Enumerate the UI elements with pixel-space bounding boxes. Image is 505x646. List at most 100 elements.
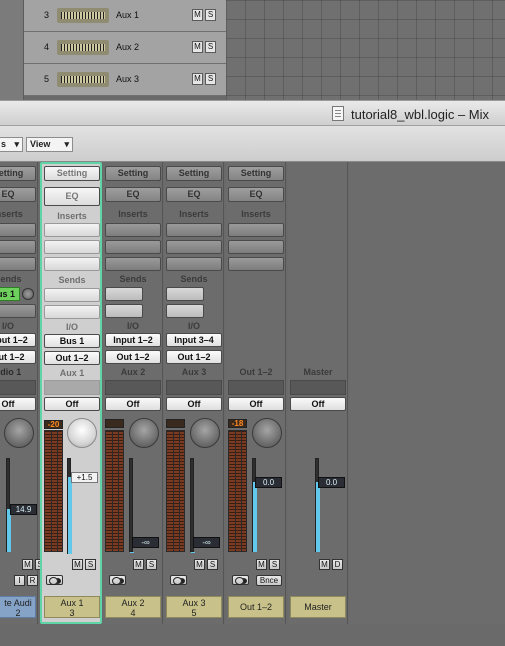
channel-name-plate[interactable]: Aux 1 3 [44, 596, 100, 618]
mute-button[interactable]: M [319, 559, 330, 570]
insert-slot[interactable] [105, 257, 161, 271]
send-slot-bus1[interactable]: us 1 [0, 287, 20, 301]
track-solo-button[interactable]: S [205, 73, 216, 85]
pan-knob[interactable] [4, 418, 34, 448]
channel-name-plate[interactable]: Master [290, 596, 346, 618]
input-monitor-button[interactable]: I [14, 575, 25, 586]
group-slot[interactable] [44, 380, 100, 395]
insert-slot[interactable] [0, 257, 36, 271]
output-button[interactable]: Out 1–2 [44, 351, 100, 365]
volume-readout[interactable]: 0.0 [318, 477, 345, 488]
setting-button[interactable]: Setting [228, 166, 284, 181]
options-menu[interactable]: s ▾ [0, 137, 23, 152]
pan-knob[interactable] [67, 418, 97, 448]
channel-name-plate[interactable]: Aux 2 4 [105, 596, 161, 618]
insert-slot[interactable] [166, 240, 222, 254]
insert-slot[interactable] [0, 223, 36, 237]
volume-readout[interactable]: -∞ [132, 537, 159, 548]
mute-button[interactable]: M [133, 559, 144, 570]
output-button[interactable]: Out 1–2 [166, 350, 222, 364]
send-slot[interactable] [166, 304, 204, 318]
automation-off-button[interactable]: Off [44, 397, 100, 411]
stereo-link-icon[interactable] [109, 575, 126, 585]
automation-off-button[interactable]: Off [166, 397, 222, 411]
group-slot[interactable] [166, 380, 222, 395]
solo-button[interactable]: S [146, 559, 157, 570]
setting-button[interactable]: Setting [105, 166, 161, 181]
group-slot[interactable] [0, 380, 36, 395]
pan-knob[interactable] [129, 418, 159, 448]
input-button[interactable]: Input 1–2 [0, 333, 36, 347]
eq-button[interactable]: EQ [44, 187, 100, 206]
group-slot[interactable] [290, 380, 346, 395]
insert-slot[interactable] [44, 257, 100, 271]
input-button[interactable]: Bus 1 [44, 334, 100, 348]
track-mute-button[interactable]: M [192, 9, 203, 21]
mute-button[interactable]: M [22, 559, 33, 570]
mute-button[interactable]: M [194, 559, 205, 570]
setting-button[interactable]: Setting [166, 166, 222, 181]
track-mute-button[interactable]: M [192, 73, 203, 85]
eq-button[interactable]: EQ [228, 187, 284, 202]
track-solo-button[interactable]: S [205, 9, 216, 21]
send-slot[interactable] [0, 304, 36, 318]
send-slot[interactable] [44, 305, 100, 319]
bounce-button[interactable]: Bnce [256, 575, 282, 586]
dim-button[interactable]: D [332, 559, 343, 570]
volume-readout[interactable]: 0.0 [255, 477, 282, 488]
setting-button[interactable]: Setting [44, 166, 100, 181]
send-slot[interactable] [105, 304, 143, 318]
volume-readout[interactable]: -∞ [193, 537, 220, 548]
stereo-link-icon[interactable] [170, 575, 187, 585]
eq-button[interactable]: EQ [166, 187, 222, 202]
channel-strip-aux1[interactable]: Setting EQ Inserts Sends I/O Bus 1 Out 1… [40, 162, 102, 624]
volume-readout[interactable]: 14.9 [10, 504, 37, 515]
insert-slot[interactable] [166, 223, 222, 237]
group-slot[interactable] [105, 380, 161, 395]
mute-button[interactable]: M [256, 559, 267, 570]
send-level-knob[interactable] [22, 288, 34, 300]
record-enable-button[interactable]: R [27, 575, 38, 586]
output-button[interactable]: Out 1–2 [0, 350, 36, 364]
track-row[interactable]: 5 Aux 3 M S [24, 64, 226, 96]
track-mute-button[interactable]: M [192, 41, 203, 53]
eq-button[interactable]: EQ [0, 187, 36, 202]
track-solo-button[interactable]: S [205, 41, 216, 53]
balance-knob[interactable] [252, 418, 282, 448]
insert-slot[interactable] [44, 240, 100, 254]
channel-name-plate[interactable]: Aux 3 5 [166, 596, 222, 618]
track-row[interactable]: 3 Aux 1 M S [24, 0, 226, 32]
input-button[interactable]: Input 3–4 [166, 333, 222, 347]
automation-off-button[interactable]: Off [290, 397, 346, 411]
automation-off-button[interactable]: Off [0, 397, 36, 411]
channel-name-plate[interactable]: Out 1–2 [228, 596, 284, 618]
peak-indicator[interactable] [166, 419, 185, 428]
solo-button[interactable]: S [269, 559, 280, 570]
volume-readout[interactable]: +1.5 [71, 472, 98, 483]
setting-button[interactable]: Setting [0, 166, 36, 181]
automation-off-button[interactable]: Off [228, 397, 284, 411]
mixer-title-bar[interactable]: tutorial8_wbl.logic – Mix [0, 100, 505, 126]
eq-button[interactable]: EQ [105, 187, 161, 202]
solo-button[interactable]: S [207, 559, 218, 570]
stereo-link-icon[interactable] [46, 575, 63, 585]
insert-slot[interactable] [44, 223, 100, 237]
insert-slot[interactable] [105, 223, 161, 237]
peak-indicator[interactable]: -18 [228, 419, 247, 428]
insert-slot[interactable] [228, 240, 284, 254]
channel-name-plate[interactable]: te Audi 2 [0, 596, 36, 618]
peak-indicator[interactable] [105, 419, 124, 428]
send-slot[interactable] [44, 288, 100, 302]
group-slot[interactable] [228, 380, 284, 395]
insert-slot[interactable] [228, 257, 284, 271]
track-row[interactable]: 4 Aux 2 M S [24, 32, 226, 64]
peak-indicator[interactable]: -20 [44, 420, 63, 429]
mute-button[interactable]: M [72, 559, 83, 570]
view-menu[interactable]: View ▾ [26, 137, 73, 152]
input-button[interactable]: Input 1–2 [105, 333, 161, 347]
stereo-link-icon[interactable] [232, 575, 249, 585]
arrange-grid[interactable] [226, 0, 505, 100]
send-slot[interactable] [105, 287, 143, 301]
send-slot[interactable] [166, 287, 204, 301]
pan-knob[interactable] [190, 418, 220, 448]
